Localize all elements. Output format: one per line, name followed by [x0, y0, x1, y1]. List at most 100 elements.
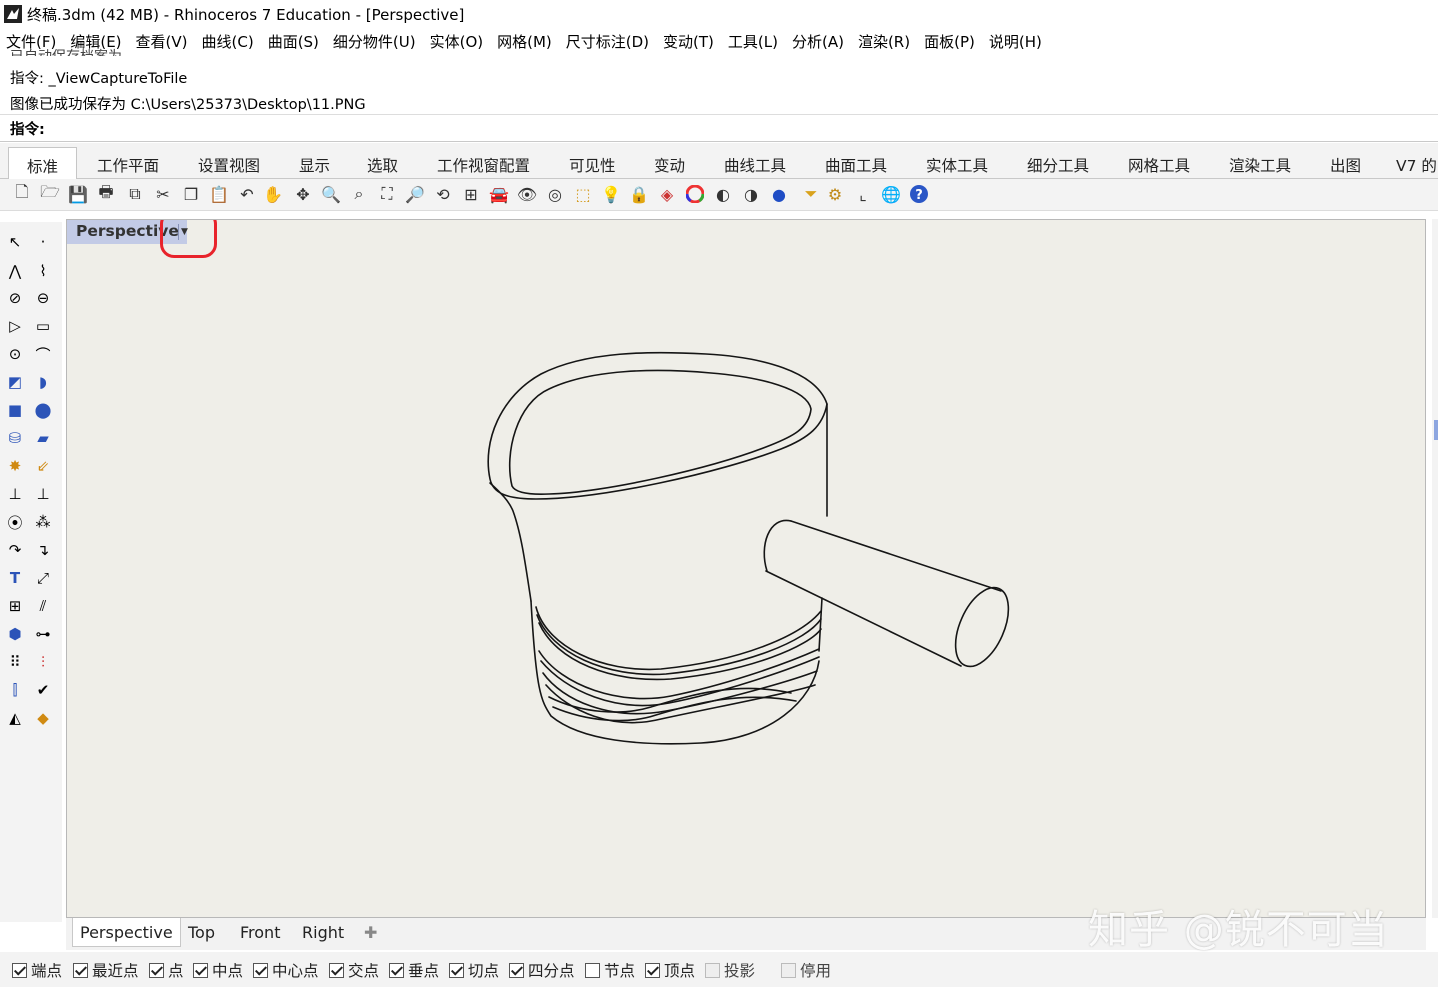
tab-viewport-layout[interactable]: 工作视窗配置 — [437, 154, 530, 176]
menu-transform[interactable]: 变动(T) — [663, 31, 714, 52]
zoom-selected-icon[interactable]: 🔎 — [404, 183, 426, 205]
command-input[interactable] — [52, 117, 1352, 137]
checkbox[interactable] — [781, 962, 796, 978]
import-icon[interactable]: ⧉ — [124, 183, 146, 205]
menu-tools[interactable]: 工具(L) — [728, 31, 778, 52]
menu-analyze[interactable]: 分析(A) — [792, 31, 844, 52]
split-icon[interactable]: ⊥ — [31, 482, 55, 506]
checkbox[interactable] — [585, 962, 600, 978]
tab-visibility[interactable]: 可见性 — [569, 154, 616, 176]
arc-icon[interactable]: ⊙ — [3, 342, 27, 366]
save-icon[interactable]: 💾 — [67, 183, 89, 205]
surface-corners-icon[interactable]: ◩ — [3, 370, 27, 394]
globe-icon[interactable]: 🌐 — [880, 183, 902, 205]
filter-icon[interactable]: ⏷ — [800, 183, 822, 205]
dimension-icon[interactable]: ⌞ — [852, 183, 874, 205]
zoom-extents-icon[interactable]: ⛶ — [376, 183, 398, 205]
options-icon[interactable]: ⚙ — [824, 183, 846, 205]
osnap-perp[interactable]: 垂点 — [389, 959, 439, 981]
four-viewports-icon[interactable]: ⊞ — [460, 183, 482, 205]
osnap-mid[interactable]: 中点 — [193, 959, 243, 981]
checkbox[interactable] — [645, 962, 660, 978]
checkbox[interactable] — [329, 962, 344, 978]
tab-display[interactable]: 显示 — [299, 154, 330, 176]
menu-help[interactable]: 说明(H) — [989, 31, 1042, 52]
light-icon[interactable]: 💡 — [600, 183, 622, 205]
hide-icon[interactable]: 👁 — [516, 183, 538, 205]
point-icon[interactable]: · — [31, 230, 55, 254]
history-icon[interactable]: ⫿ — [3, 678, 27, 702]
tab-standard[interactable]: 标准 — [8, 147, 78, 180]
layer-icon[interactable]: ◎ — [544, 183, 566, 205]
checkbox[interactable] — [389, 962, 404, 978]
box-icon[interactable]: ■ — [3, 398, 27, 422]
check-icon[interactable]: ✔ — [31, 678, 55, 702]
osnap-near[interactable]: 最近点 — [73, 959, 139, 981]
tab-transform[interactable]: 变动 — [654, 154, 685, 176]
zoom-window-icon[interactable]: ⌕ — [348, 183, 370, 205]
viewtab-right[interactable]: Right — [302, 923, 344, 942]
pan-icon[interactable]: ✋ — [262, 183, 284, 205]
menu-solid[interactable]: 实体(O) — [430, 31, 484, 52]
car-icon[interactable]: 🚘 — [488, 183, 510, 205]
open-icon[interactable]: 🗁 — [39, 182, 61, 205]
menu-render[interactable]: 渲染(R) — [858, 31, 910, 52]
sphere-icon[interactable]: ⬤ — [31, 398, 55, 422]
checkbox[interactable] — [705, 962, 720, 978]
dimension-icon[interactable]: ⊶ — [31, 622, 55, 646]
osnap-tangent[interactable]: 切点 — [449, 959, 499, 981]
render-material-icon[interactable]: ◆ — [31, 706, 55, 730]
paste-icon[interactable]: 📋 — [208, 183, 230, 205]
cut-icon[interactable]: ✂ — [152, 183, 174, 205]
fillet-icon[interactable]: ↷ — [3, 538, 27, 562]
zoom-icon[interactable]: 🔍 — [320, 183, 342, 205]
viewtab-top[interactable]: Top — [188, 923, 215, 942]
cylinder-icon[interactable]: ⛁ — [3, 426, 27, 450]
tab-solid-tools[interactable]: 实体工具 — [926, 154, 988, 176]
circle-icon[interactable]: ⊘ — [3, 286, 27, 310]
shade-icon[interactable]: ◐ — [712, 183, 734, 205]
osnap-point[interactable]: 点 — [149, 959, 184, 981]
arrow-transform-icon[interactable]: ⇙ — [31, 454, 55, 478]
ellipse-icon[interactable]: ⊖ — [31, 286, 55, 310]
osnap-quad[interactable]: 四分点 — [509, 959, 575, 981]
right-panel-marker[interactable] — [1434, 420, 1438, 440]
curve-points-icon[interactable]: ⌇ — [31, 259, 55, 283]
tab-select[interactable]: 选取 — [367, 154, 398, 176]
select-arrow-icon[interactable]: ↖ — [3, 230, 27, 254]
checkbox[interactable] — [509, 962, 524, 978]
array-icon[interactable]: ⠿ — [3, 650, 27, 674]
boolean-union-icon[interactable]: ⦿ — [3, 510, 27, 534]
tab-curve-tools[interactable]: 曲线工具 — [724, 154, 786, 176]
menu-surface[interactable]: 曲面(S) — [268, 31, 319, 52]
tab-render-tools[interactable]: 渲染工具 — [1229, 154, 1291, 176]
block-icon[interactable]: ⬢ — [3, 622, 27, 646]
menu-view[interactable]: 查看(V) — [136, 31, 188, 52]
rendered-icon[interactable]: ◑ — [740, 183, 762, 205]
tab-set-view[interactable]: 设置视图 — [198, 154, 260, 176]
viewtab-perspective[interactable]: Perspective — [72, 918, 181, 947]
add-viewport-icon[interactable]: ✚ — [364, 923, 377, 942]
menu-panels[interactable]: 面板(P) — [924, 31, 975, 52]
boolean-split-icon[interactable]: ⁂ — [31, 510, 55, 534]
print-icon[interactable]: 🖶 — [95, 182, 117, 205]
checkbox[interactable] — [253, 962, 268, 978]
text-icon[interactable]: T — [3, 566, 27, 590]
group-icon[interactable]: ⊞ — [3, 594, 27, 618]
osnap-vertex[interactable]: 顶点 — [645, 959, 695, 981]
checkbox[interactable] — [149, 962, 164, 978]
tab-mesh-tools[interactable]: 网格工具 — [1128, 154, 1190, 176]
pot-model[interactable] — [487, 351, 1019, 745]
perspective-viewport[interactable]: Perspective ▼ — [66, 219, 1426, 918]
mesh-tools-icon[interactable]: ◭ — [3, 706, 27, 730]
rectangle-icon[interactable]: ▭ — [31, 314, 55, 338]
copy-icon[interactable]: ❐ — [180, 183, 202, 205]
rotate-view-icon[interactable]: ✥ — [292, 183, 314, 205]
mesh-plane-icon[interactable]: ▰ — [31, 426, 55, 450]
osnap-intersection[interactable]: 交点 — [329, 959, 379, 981]
tab-drafting[interactable]: 出图 — [1330, 154, 1361, 176]
viewtab-front[interactable]: Front — [240, 923, 280, 942]
explode-icon[interactable]: ⫽ — [31, 594, 55, 618]
material-icon[interactable]: ◈ — [656, 183, 678, 205]
scale-icon[interactable]: ⤢ — [31, 566, 55, 590]
